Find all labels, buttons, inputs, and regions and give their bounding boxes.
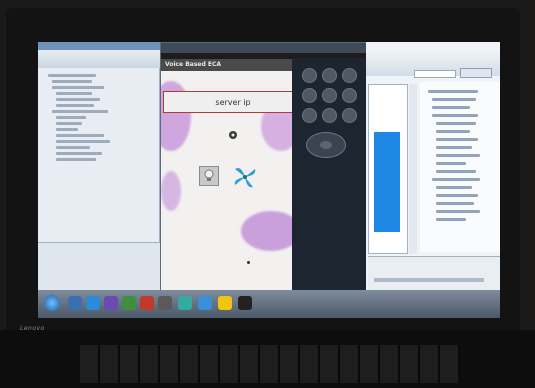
app-icon[interactable] [178, 296, 192, 310]
outline-item[interactable] [432, 114, 478, 117]
tree-item[interactable] [56, 122, 82, 125]
tree-item[interactable] [56, 146, 90, 149]
end-key[interactable] [342, 88, 357, 103]
brand-logo: Lenovo [20, 325, 45, 332]
outline-panel [420, 82, 500, 252]
ide-package-explorer [38, 42, 160, 290]
tree-item[interactable] [56, 152, 102, 155]
app-icon[interactable] [218, 296, 232, 310]
bulb-icon [204, 169, 214, 181]
outline-item[interactable] [436, 218, 466, 221]
tree-item[interactable] [56, 134, 104, 137]
volume-down-key[interactable] [322, 108, 337, 123]
emulator-title-bar [161, 43, 367, 53]
ide-title-bar [38, 42, 160, 50]
server-ip-input[interactable]: server ip [163, 91, 303, 113]
tree-item[interactable] [56, 116, 86, 119]
ide-toolbar [38, 50, 160, 68]
bulb-button[interactable] [199, 166, 219, 186]
gear-icon[interactable] [227, 129, 239, 141]
eclipse-icon[interactable] [104, 296, 118, 310]
tree-item[interactable] [48, 74, 96, 77]
browser-icon[interactable] [86, 296, 100, 310]
app-icon[interactable] [198, 296, 212, 310]
home-key[interactable] [302, 68, 317, 83]
app-icon[interactable] [238, 296, 252, 310]
app-icon[interactable] [122, 296, 136, 310]
search-key[interactable] [322, 88, 337, 103]
outline-item[interactable] [436, 202, 474, 205]
emulator-keypad [292, 58, 366, 302]
tree-item[interactable] [52, 86, 104, 89]
windows-start-icon[interactable] [44, 295, 60, 311]
camera-key[interactable] [342, 108, 357, 123]
tree-item[interactable] [56, 92, 92, 95]
outline-item[interactable] [436, 186, 472, 189]
tree-item[interactable] [56, 158, 96, 161]
tree-item[interactable] [56, 140, 110, 143]
outline-item[interactable] [436, 122, 476, 125]
outline-item[interactable] [432, 106, 470, 109]
keyboard [80, 345, 460, 383]
outline-item[interactable] [436, 210, 480, 213]
menu-key[interactable] [322, 68, 337, 83]
tree-item[interactable] [56, 98, 100, 101]
outline-item[interactable] [432, 98, 476, 101]
cursor-dot [247, 261, 250, 264]
outline-item[interactable] [428, 90, 478, 93]
explorer-icon[interactable] [68, 296, 82, 310]
outline-item[interactable] [436, 154, 480, 157]
app-icon[interactable] [140, 296, 154, 310]
volume-up-key[interactable] [302, 108, 317, 123]
app-icon[interactable] [158, 296, 172, 310]
quick-access-input[interactable] [414, 70, 456, 78]
back-key[interactable] [342, 68, 357, 83]
outline-item[interactable] [436, 146, 472, 149]
outline-item[interactable] [436, 162, 466, 165]
console-output [374, 278, 484, 282]
tree-item[interactable] [56, 128, 78, 131]
layout-preview [374, 132, 400, 232]
outline-item[interactable] [436, 130, 470, 133]
tree-item[interactable] [56, 104, 94, 107]
editor-scrollbar[interactable] [409, 84, 417, 254]
outline-item[interactable] [436, 170, 476, 173]
outline-item[interactable] [436, 194, 478, 197]
tree-item[interactable] [52, 80, 92, 83]
tree-item[interactable] [52, 110, 108, 113]
dpad-center[interactable] [320, 141, 332, 149]
perspective-button[interactable] [460, 68, 492, 78]
outline-item[interactable] [436, 138, 478, 141]
fan-icon[interactable] [231, 163, 259, 191]
laptop-screen: Voice Based ECA server ip [38, 42, 500, 318]
floral-decoration [161, 171, 181, 211]
outline-item[interactable] [432, 178, 480, 181]
call-key[interactable] [302, 88, 317, 103]
ide-bottom-panel [38, 242, 160, 290]
